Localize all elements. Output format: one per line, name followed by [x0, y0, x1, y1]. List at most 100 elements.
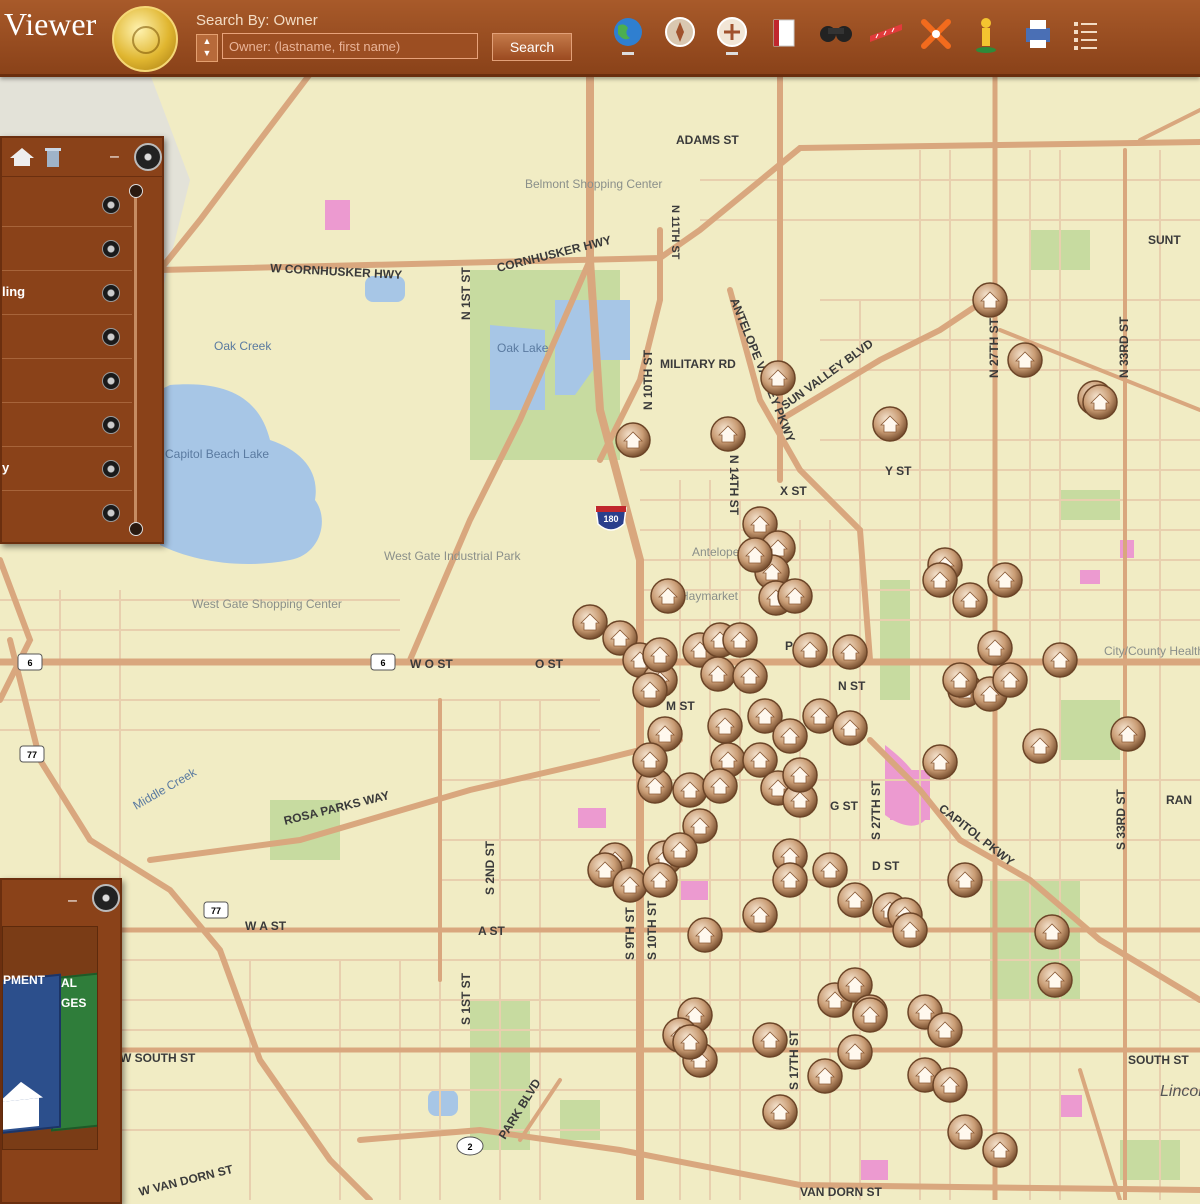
- house-marker-icon[interactable]: [743, 898, 777, 932]
- house-marker-icon[interactable]: [893, 913, 927, 947]
- measure-icon[interactable]: [866, 14, 906, 58]
- street-label-s-10th: S 10TH ST: [645, 900, 659, 960]
- place-label-capitol-beach: Capitol Beach Lake: [165, 447, 269, 461]
- house-marker-icon[interactable]: [701, 657, 735, 691]
- close-panel-button[interactable]: [134, 143, 162, 171]
- house-marker-icon[interactable]: [723, 623, 757, 657]
- binoculars-icon[interactable]: [816, 14, 856, 58]
- house-marker-icon[interactable]: [793, 633, 827, 667]
- house-marker-icon[interactable]: [1038, 963, 1072, 997]
- scrollbar-bottom-handle[interactable]: [129, 522, 143, 536]
- house-marker-icon[interactable]: [763, 1095, 797, 1129]
- house-marker-icon[interactable]: [616, 423, 650, 457]
- house-marker-icon[interactable]: [988, 563, 1022, 597]
- book-icon[interactable]: [764, 14, 804, 58]
- layers-scrollbar[interactable]: [134, 190, 137, 530]
- house-marker-icon[interactable]: [808, 1059, 842, 1093]
- house-marker-icon[interactable]: [993, 663, 1027, 697]
- house-marker-icon[interactable]: [933, 1068, 967, 1102]
- house-marker-icon[interactable]: [643, 863, 677, 897]
- house-marker-icon[interactable]: [928, 1013, 962, 1047]
- layer-row[interactable]: y: [2, 448, 132, 491]
- house-marker-icon[interactable]: [633, 743, 667, 777]
- layer-row[interactable]: [2, 404, 132, 447]
- owner-search-input[interactable]: [222, 33, 478, 59]
- house-marker-icon[interactable]: [1035, 915, 1069, 949]
- house-marker-icon[interactable]: [773, 863, 807, 897]
- house-marker-icon[interactable]: [953, 583, 987, 617]
- layer-row[interactable]: [2, 316, 132, 359]
- layer-toggle-knob[interactable]: [102, 196, 120, 214]
- search-button[interactable]: Search: [492, 33, 572, 61]
- trash-icon[interactable]: [44, 146, 62, 168]
- tools-icon[interactable]: [916, 14, 956, 58]
- house-marker-icon[interactable]: [663, 833, 697, 867]
- house-marker-icon[interactable]: [633, 673, 667, 707]
- print-icon[interactable]: [1018, 14, 1058, 58]
- layer-row[interactable]: [2, 184, 132, 227]
- pan-icon[interactable]: [712, 14, 752, 58]
- house-marker-icon[interactable]: [773, 719, 807, 753]
- house-marker-icon[interactable]: [838, 1035, 872, 1069]
- house-marker-icon[interactable]: [923, 745, 957, 779]
- house-marker-icon[interactable]: [708, 709, 742, 743]
- minimize-button[interactable]: –: [68, 892, 77, 910]
- house-marker-icon[interactable]: [688, 918, 722, 952]
- house-marker-icon[interactable]: [711, 417, 745, 451]
- layer-toggle-knob[interactable]: [102, 504, 120, 522]
- house-marker-icon[interactable]: [761, 361, 795, 395]
- compass-icon[interactable]: [660, 14, 700, 58]
- search-type-toggle[interactable]: ▲▼: [196, 34, 218, 62]
- house-marker-icon[interactable]: [948, 863, 982, 897]
- list-icon[interactable]: [1066, 14, 1106, 58]
- house-marker-icon[interactable]: [673, 773, 707, 807]
- layer-row[interactable]: [2, 492, 132, 534]
- house-marker-icon[interactable]: [948, 1115, 982, 1149]
- house-marker-icon[interactable]: [778, 579, 812, 613]
- house-marker-icon[interactable]: [1043, 643, 1077, 677]
- person-icon[interactable]: [966, 14, 1006, 58]
- house-marker-icon[interactable]: [833, 635, 867, 669]
- layer-toggle-knob[interactable]: [102, 460, 120, 478]
- house-marker-icon[interactable]: [813, 853, 847, 887]
- house-marker-icon[interactable]: [703, 769, 737, 803]
- apps-thumbnail[interactable]: PMENT AL GES: [2, 926, 98, 1150]
- house-marker-icon[interactable]: [1008, 343, 1042, 377]
- house-marker-icon[interactable]: [753, 1023, 787, 1057]
- scrollbar-top-handle[interactable]: [129, 184, 143, 198]
- layer-toggle-knob[interactable]: [102, 328, 120, 346]
- minimize-button[interactable]: –: [110, 148, 119, 166]
- globe-icon[interactable]: [608, 14, 648, 58]
- house-marker-icon[interactable]: [833, 711, 867, 745]
- house-marker-icon[interactable]: [853, 998, 887, 1032]
- layer-toggle-knob[interactable]: [102, 284, 120, 302]
- layer-toggle-knob[interactable]: [102, 240, 120, 258]
- house-marker-icon[interactable]: [673, 1025, 707, 1059]
- layer-toggle-knob[interactable]: [102, 416, 120, 434]
- house-marker-icon[interactable]: [838, 883, 872, 917]
- house-marker-icon[interactable]: [1111, 717, 1145, 751]
- house-marker-icon[interactable]: [733, 659, 767, 693]
- house-marker-icon[interactable]: [783, 758, 817, 792]
- house-marker-icon[interactable]: [923, 563, 957, 597]
- street-label-d: D ST: [872, 859, 900, 873]
- close-panel-button[interactable]: [92, 884, 120, 912]
- house-marker-icon[interactable]: [943, 663, 977, 697]
- layer-row[interactable]: ling: [2, 272, 132, 315]
- house-marker-icon[interactable]: [651, 579, 685, 613]
- map-canvas[interactable]: ADAMS ST W CORNHUSKER HWY CORNHUSKER HWY…: [0, 0, 1200, 1200]
- layer-row[interactable]: [2, 228, 132, 271]
- house-marker-icon[interactable]: [978, 631, 1012, 665]
- layer-row[interactable]: [2, 360, 132, 403]
- house-marker-icon[interactable]: [613, 868, 647, 902]
- house-marker-icon[interactable]: [983, 1133, 1017, 1167]
- house-marker-icon[interactable]: [873, 407, 907, 441]
- house-marker-icon[interactable]: [973, 283, 1007, 317]
- house-marker-icon[interactable]: [643, 638, 677, 672]
- house-marker-icon[interactable]: [803, 699, 837, 733]
- house-marker-icon[interactable]: [573, 605, 607, 639]
- layer-toggle-knob[interactable]: [102, 372, 120, 390]
- house-marker-icon[interactable]: [738, 538, 772, 572]
- house-marker-icon[interactable]: [1023, 729, 1057, 763]
- house-marker-icon[interactable]: [1083, 385, 1117, 419]
